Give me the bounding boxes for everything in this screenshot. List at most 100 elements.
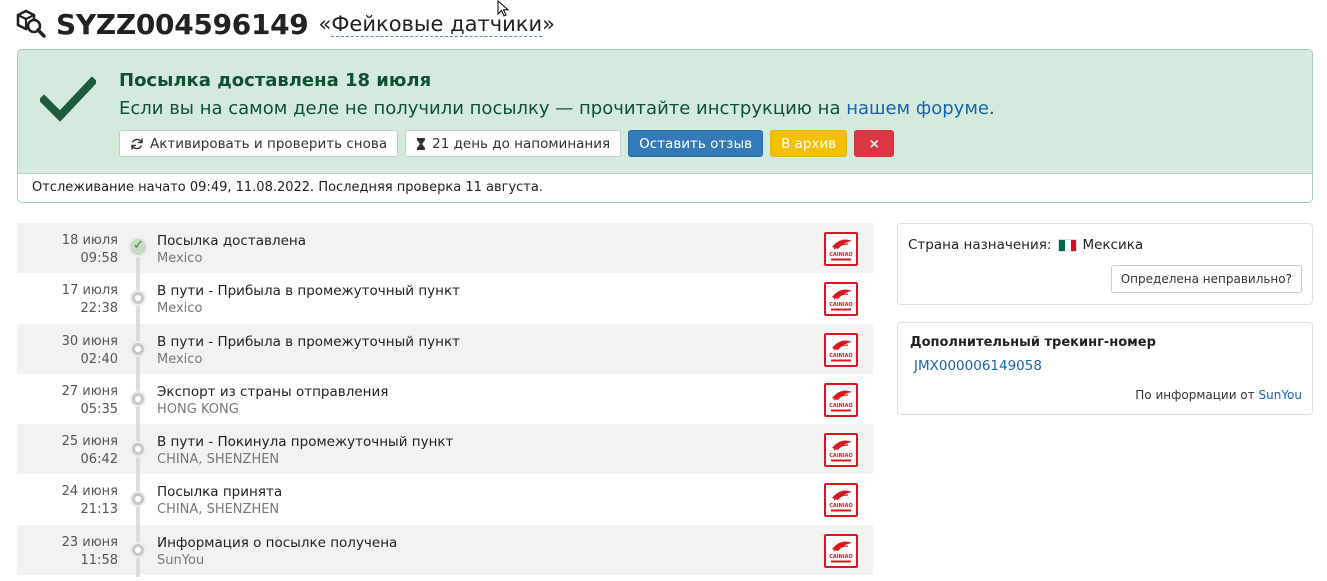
svg-text:CAINIAO: CAINIAO — [829, 252, 853, 258]
event-datetime: 25 июня 06:42 — [62, 433, 118, 469]
event-location: CHINA, SHENZHEN — [157, 502, 280, 518]
svg-text:CAINIAO: CAINIAO — [829, 403, 853, 409]
title-open-quote: « — [318, 12, 332, 36]
event-description: В пути - Прибыла в промежуточный пункт — [157, 283, 460, 300]
cainiao-logo-icon[interactable]: CAINIAO — [824, 232, 858, 266]
title-close-quote: » — [542, 12, 555, 36]
extra-tracking-number-link[interactable]: JMX000006149058 — [914, 358, 1042, 374]
svg-text:CAINIAO: CAINIAO — [829, 302, 853, 308]
event-date: 27 июня — [61, 383, 118, 399]
cainiao-logo-icon[interactable]: CAINIAO — [824, 382, 858, 417]
delete-button[interactable]: × — [854, 130, 895, 157]
destination-label: Страна назначения: — [908, 237, 1052, 253]
mexico-flag-icon — [1058, 238, 1078, 252]
cainiao-logo-icon[interactable]: CAINIAO — [824, 282, 858, 317]
cainiao-logo-icon[interactable]: CAINIAO — [824, 533, 858, 568]
event-location: Mexico — [157, 301, 203, 317]
cainiao-logo-icon[interactable]: CAINIAO — [824, 332, 858, 367]
event-datetime: 17 июля 22:38 — [62, 282, 118, 318]
hourglass-icon — [417, 137, 426, 150]
event-row: 27 июня 05:35 Экспорт из страны отправлен… — [17, 374, 873, 424]
event-location: CHINA, SHENZHEN — [157, 452, 280, 468]
event-row: 30 июня 02:40 В пути - Прибыла в промежут… — [17, 323, 873, 374]
reminder-button[interactable]: 21 день до напоминания — [405, 130, 622, 157]
event-datetime: 27 июня 05:35 — [62, 383, 118, 419]
event-datetime: 30 июня 02:40 — [62, 333, 118, 369]
event-time: 11:58 — [80, 552, 118, 568]
event-date: 17 июля — [61, 283, 118, 299]
page-header: SYZZ004596149 «Фейковые датчики» — [16, 6, 555, 42]
forum-link[interactable]: нашем форуме — [846, 98, 989, 119]
event-row: 17 июля 22:38 В пути - Прибыла в промежут… — [17, 273, 873, 323]
destination-panel: Страна назначения: Мексика Определена не… — [897, 223, 1313, 305]
event-date: 23 июня — [61, 534, 118, 550]
event-description: Посылка доставлена — [157, 233, 306, 249]
tracking-source: По информации от SunYou — [1135, 388, 1302, 402]
event-datetime: 23 июня 11:58 — [62, 534, 118, 570]
event-location: SunYou — [157, 552, 205, 568]
svg-text:CAINIAO: CAINIAO — [829, 503, 853, 509]
event-time: 06:42 — [80, 452, 118, 468]
destination-country-name: Мексика — [1082, 237, 1144, 253]
event-date: 24 июня — [61, 484, 118, 500]
cainiao-logo-icon[interactable]: CAINIAO — [824, 483, 858, 518]
event-time: 09:58 — [80, 251, 118, 266]
parcel-title: «Фейковые датчики» — [318, 12, 555, 37]
delivered-alert: Посылка доставлена 18 июля Если вы на са… — [18, 50, 1312, 174]
reactivate-button[interactable]: Активировать и проверить снова — [119, 130, 399, 157]
timeline-dot-icon — [130, 340, 146, 357]
cainiao-logo-icon[interactable]: CAINIAO — [824, 433, 858, 468]
message-prefix: Если вы на самом деле не получили посылк… — [119, 98, 847, 119]
refresh-icon — [131, 138, 143, 149]
message-suffix: . — [988, 98, 995, 119]
event-row: 24 июня 21:13 Посылка принята CHINA, SHEN… — [17, 474, 873, 524]
destination-country: Страна назначения: Мексика — [908, 237, 1143, 253]
event-time: 02:40 — [80, 351, 118, 367]
timeline-dot-icon — [130, 390, 146, 407]
extra-tracking-heading: Дополнительный трекинг-номер — [910, 335, 1156, 350]
event-row: 23 июня 11:58 Информация о посылке получе… — [17, 524, 873, 576]
timeline-dot-icon — [130, 290, 146, 307]
svg-text:CAINIAO: CAINIAO — [829, 453, 853, 459]
event-location: Mexico — [157, 351, 203, 367]
delivered-title: Посылка доставлена 18 июля — [119, 70, 432, 91]
event-location: Mexico — [157, 251, 203, 266]
delivered-check-icon — [128, 237, 148, 257]
delivered-message: Если вы на самом деле не получили посылк… — [119, 98, 995, 119]
status-card: Посылка доставлена 18 июля Если вы на са… — [17, 49, 1313, 203]
event-description: В пути - Покинула промежуточный пункт — [157, 434, 454, 451]
event-description: Посылка принята — [157, 484, 283, 501]
event-time: 21:13 — [80, 502, 118, 518]
event-date: 25 июня — [61, 434, 118, 450]
event-date: 18 июля — [61, 233, 118, 248]
leave-review-button[interactable]: Оставить отзыв — [628, 130, 764, 157]
svg-text:CAINIAO: CAINIAO — [829, 353, 853, 359]
event-description: Информация о посылке получена — [157, 534, 398, 551]
reminder-label: 21 день до напоминания — [432, 135, 611, 152]
tracking-started-info: Отслеживание начато 09:49, 11.08.2022. П… — [32, 180, 543, 195]
reactivate-label: Активировать и проверить снова — [150, 135, 388, 152]
event-datetime: 18 июля 09:58 — [62, 232, 118, 268]
event-description: Экспорт из страны отправления — [157, 383, 389, 400]
event-location: HONG KONG — [157, 401, 239, 417]
event-datetime: 24 июня 21:13 — [62, 483, 118, 519]
timeline-dot-icon — [130, 491, 146, 508]
checkmark-icon — [40, 76, 96, 122]
archive-button[interactable]: В архив — [770, 130, 848, 157]
timeline-dot-icon — [130, 541, 146, 558]
parcel-search-logo-icon — [16, 9, 46, 38]
action-buttons: Активировать и проверить снова 21 день д… — [119, 130, 895, 157]
event-row: 25 июня 06:42 В пути - Покинула промежуто… — [17, 424, 873, 475]
tracking-number: SYZZ004596149 — [56, 7, 309, 41]
event-time: 22:38 — [80, 301, 118, 317]
source-link[interactable]: SunYou — [1258, 388, 1302, 402]
source-prefix: По информации от — [1135, 388, 1255, 402]
extra-tracking-panel: Дополнительный трекинг-номер JMX00000614… — [897, 322, 1313, 415]
event-row: 18 июля 09:58 Посылка доставлена Mexico C… — [17, 223, 873, 274]
svg-text:CAINIAO: CAINIAO — [829, 554, 853, 560]
event-description: В пути - Прибыла в промежуточный пункт — [157, 333, 460, 350]
event-time: 05:35 — [80, 401, 118, 417]
event-date: 30 июня — [61, 333, 118, 349]
timeline-dot-icon — [130, 441, 146, 458]
wrong-country-button[interactable]: Определена неправильно? — [1110, 265, 1302, 293]
